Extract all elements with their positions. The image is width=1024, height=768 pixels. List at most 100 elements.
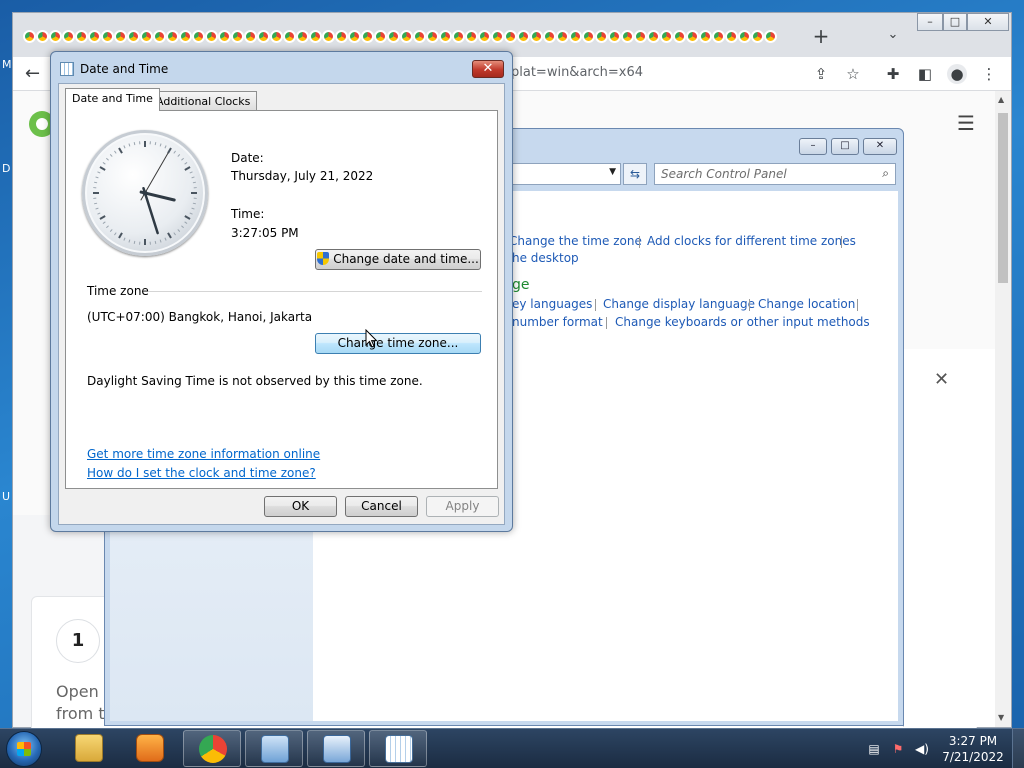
tab-favicon-icon[interactable] xyxy=(556,30,569,43)
link-change-location[interactable]: Change location xyxy=(758,297,855,311)
tab-favicon-icon[interactable] xyxy=(751,30,764,43)
tab-favicon-icon[interactable] xyxy=(179,30,192,43)
link-add-clocks[interactable]: Add clocks for different time zones xyxy=(647,234,856,248)
tab-favicon-icon[interactable] xyxy=(621,30,634,43)
share-icon[interactable]: ⇪ xyxy=(811,64,831,84)
tab-favicon-icon[interactable] xyxy=(348,30,361,43)
tab-favicon-icon[interactable] xyxy=(738,30,751,43)
search-icon[interactable]: ⌕ xyxy=(882,166,889,181)
tab-favicon-icon[interactable] xyxy=(166,30,179,43)
tab-favicon-icon[interactable] xyxy=(374,30,387,43)
show-desktop-button[interactable] xyxy=(1012,729,1024,768)
link-desktop[interactable]: he desktop xyxy=(512,251,579,265)
tab-favicon-icon[interactable] xyxy=(244,30,257,43)
tab-favicon-icon[interactable] xyxy=(517,30,530,43)
tab-search-button[interactable]: ⌄ xyxy=(883,27,903,47)
tab-favicon-icon[interactable] xyxy=(452,30,465,43)
taskbar-date-time-button[interactable] xyxy=(369,730,427,767)
menu-kebab-icon[interactable]: ⋮ xyxy=(979,64,999,84)
new-tab-button[interactable]: + xyxy=(809,25,833,49)
extensions-puzzle-icon[interactable]: ✚ xyxy=(883,64,903,84)
tab-additional-clocks[interactable]: Additional Clocks xyxy=(149,91,258,111)
hamburger-menu-icon[interactable]: ☰ xyxy=(957,111,975,135)
tab-favicon-icon[interactable] xyxy=(49,30,62,43)
tab-favicon-icon[interactable] xyxy=(257,30,270,43)
tab-favicon-icon[interactable] xyxy=(634,30,647,43)
bookmark-star-icon[interactable]: ☆ xyxy=(843,64,863,84)
cp-close-button[interactable]: ✕ xyxy=(863,138,897,155)
tab-favicon-icon[interactable] xyxy=(699,30,712,43)
tab-favicons[interactable] xyxy=(23,29,783,45)
tab-favicon-icon[interactable] xyxy=(205,30,218,43)
chevron-down-icon[interactable]: ▼ xyxy=(609,167,616,177)
tab-favicon-icon[interactable] xyxy=(491,30,504,43)
tab-favicon-icon[interactable] xyxy=(36,30,49,43)
taskbar-clock[interactable]: 3:27 PM 7/21/2022 xyxy=(940,733,1006,765)
dialog-close-button[interactable]: ✕ xyxy=(472,60,504,78)
tab-favicon-icon[interactable] xyxy=(283,30,296,43)
tab-favicon-icon[interactable] xyxy=(296,30,309,43)
address-bar-text[interactable]: plat=win&arch=x64 xyxy=(511,65,643,80)
link-change-keyboards[interactable]: Change keyboards or other input methods xyxy=(615,315,870,329)
link-number-format[interactable]: number format xyxy=(512,315,603,329)
taskbar-system-button[interactable] xyxy=(307,730,365,767)
cp-category-heading[interactable]: ge xyxy=(512,277,530,293)
network-icon[interactable]: ▤ xyxy=(866,742,882,756)
tab-favicon-icon[interactable] xyxy=(400,30,413,43)
refresh-icon[interactable]: ⇆ xyxy=(623,163,647,185)
scroll-up-arrow-icon[interactable]: ▲ xyxy=(998,95,1004,104)
tab-favicon-icon[interactable] xyxy=(231,30,244,43)
scrollbar-thumb[interactable] xyxy=(998,113,1008,283)
browser-maximize-button[interactable]: □ xyxy=(943,13,967,31)
tab-favicon-icon[interactable] xyxy=(764,30,777,43)
scroll-down-arrow-icon[interactable]: ▼ xyxy=(998,713,1004,722)
tab-favicon-icon[interactable] xyxy=(192,30,205,43)
change-date-and-time-button[interactable]: Change date and time... xyxy=(315,249,481,270)
tab-favicon-icon[interactable] xyxy=(595,30,608,43)
tab-favicon-icon[interactable] xyxy=(478,30,491,43)
tab-favicon-icon[interactable] xyxy=(62,30,75,43)
tab-favicon-icon[interactable] xyxy=(218,30,231,43)
tab-favicon-icon[interactable] xyxy=(582,30,595,43)
taskbar-chrome-button[interactable] xyxy=(183,730,241,767)
link-how-to-set-clock[interactable]: How do I set the clock and time zone? xyxy=(87,466,316,480)
tab-favicon-icon[interactable] xyxy=(530,30,543,43)
cp-minimize-button[interactable]: – xyxy=(799,138,827,155)
page-scrollbar[interactable]: ▲ ▼ xyxy=(995,91,1011,727)
browser-minimize-button[interactable]: – xyxy=(917,13,943,31)
cp-maximize-button[interactable]: □ xyxy=(831,138,859,155)
back-arrow-icon[interactable]: ← xyxy=(25,63,40,84)
volume-icon[interactable]: ◀) xyxy=(914,742,930,756)
cp-address-bar[interactable]: ▼ xyxy=(505,163,621,185)
ok-button[interactable]: OK xyxy=(264,496,337,517)
tab-favicon-icon[interactable] xyxy=(673,30,686,43)
link-change-time-zone[interactable]: Change the time zone xyxy=(509,234,642,248)
tab-favicon-icon[interactable] xyxy=(387,30,400,43)
tab-favicon-icon[interactable] xyxy=(569,30,582,43)
tab-favicon-icon[interactable] xyxy=(465,30,478,43)
tab-favicon-icon[interactable] xyxy=(647,30,660,43)
tab-favicon-icon[interactable] xyxy=(23,30,36,43)
link-more-time-zone-info[interactable]: Get more time zone information online xyxy=(87,447,320,461)
link-change-display-language[interactable]: Change display language xyxy=(603,297,755,311)
start-button[interactable] xyxy=(6,731,42,767)
tab-favicon-icon[interactable] xyxy=(426,30,439,43)
change-time-zone-button[interactable]: Change time zone... xyxy=(315,333,481,354)
tab-favicon-icon[interactable] xyxy=(413,30,426,43)
tab-favicon-icon[interactable] xyxy=(101,30,114,43)
tab-favicon-icon[interactable] xyxy=(335,30,348,43)
apply-button[interactable]: Apply xyxy=(426,496,499,517)
tab-favicon-icon[interactable] xyxy=(153,30,166,43)
tab-favicon-icon[interactable] xyxy=(504,30,517,43)
tab-favicon-icon[interactable] xyxy=(686,30,699,43)
tab-favicon-icon[interactable] xyxy=(270,30,283,43)
overlay-close-icon[interactable]: ✕ xyxy=(934,369,949,390)
tab-favicon-icon[interactable] xyxy=(114,30,127,43)
tab-favicon-icon[interactable] xyxy=(75,30,88,43)
tab-favicon-icon[interactable] xyxy=(725,30,738,43)
link-languages[interactable]: ey languages xyxy=(512,297,592,311)
profile-avatar-icon[interactable]: ● xyxy=(947,64,967,84)
side-panel-icon[interactable]: ◧ xyxy=(915,64,935,84)
cp-search-input[interactable]: Search Control Panel ⌕ xyxy=(654,163,896,185)
tab-favicon-icon[interactable] xyxy=(439,30,452,43)
